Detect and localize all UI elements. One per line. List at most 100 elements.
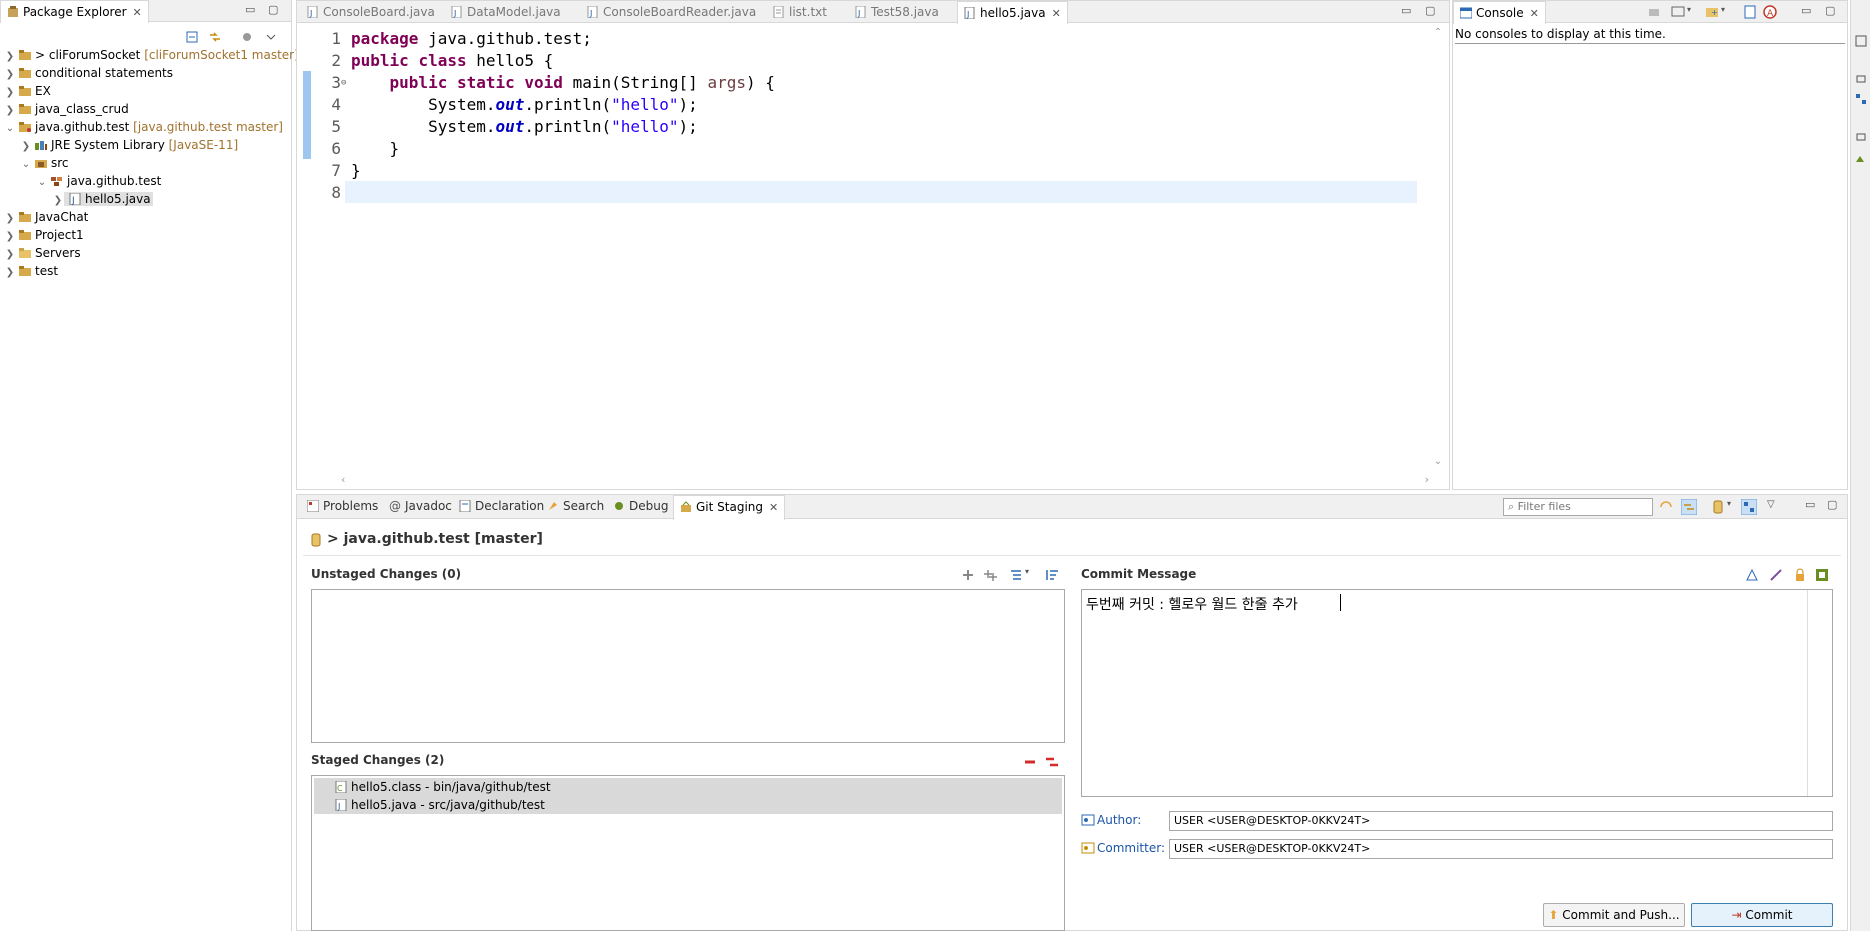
pin-console-icon[interactable] xyxy=(1647,5,1661,19)
presentation-icon[interactable] xyxy=(1009,568,1023,582)
chevron-right-icon[interactable]: › xyxy=(1425,473,1429,486)
view-menu-icon[interactable]: ▽ xyxy=(1767,499,1781,513)
chevron-down-icon[interactable]: ▾ xyxy=(1721,5,1735,19)
tree-item[interactable]: ❯ Servers xyxy=(4,244,81,262)
outline-icon[interactable] xyxy=(1854,34,1868,48)
list-item[interactable]: Chello5.class - bin/java/github/test xyxy=(314,778,1062,796)
tree-item[interactable]: ❯ JavaChat xyxy=(4,208,89,226)
maximize-icon[interactable]: ▢ xyxy=(1825,1,1835,23)
chevron-up-icon[interactable]: ⌃ xyxy=(1431,27,1445,38)
tab-list-txt[interactable]: list.txt xyxy=(767,1,833,23)
tab-search[interactable]: Search xyxy=(541,495,610,517)
layout-icon[interactable] xyxy=(1740,498,1758,516)
link-with-editor-icon[interactable] xyxy=(208,30,222,44)
tree-item[interactable]: ❯ > cliForumSocket [cliForumSocket1 maste… xyxy=(4,46,299,64)
amend-icon[interactable] xyxy=(1745,568,1759,582)
tab-problems[interactable]: Problems xyxy=(301,495,384,517)
close-icon[interactable]: ✕ xyxy=(769,501,778,514)
tab-javadoc[interactable]: @ Javadoc xyxy=(383,495,458,517)
collapse-all-icon[interactable] xyxy=(186,30,200,44)
commit-and-push-button[interactable]: ⬆ Commit and Push... xyxy=(1543,903,1685,927)
staged-changes-list[interactable]: Chello5.class - bin/java/github/test Jhe… xyxy=(311,775,1065,931)
tree-item[interactable]: ❯ java_class_crud xyxy=(4,100,129,118)
commit-button[interactable]: ⇥ Commit xyxy=(1691,903,1833,927)
right-trim-stack xyxy=(1850,0,1870,931)
commit-message-input[interactable]: 두번째 커밋 : 헬로우 월드 한줄 추가 xyxy=(1081,589,1833,797)
code-area[interactable]: 1 package java.github.test; 2 public class… xyxy=(307,24,1419,471)
maximize-icon[interactable]: ▢ xyxy=(1425,1,1435,23)
chevron-down-icon[interactable]: ▾ xyxy=(1687,5,1701,19)
tab-consoleboardreader-java[interactable]: J ConsoleBoardReader.java xyxy=(581,1,762,23)
stage-selected-icon[interactable] xyxy=(961,568,975,582)
sort-icon[interactable] xyxy=(1045,568,1059,582)
tree-item[interactable]: ⌄ src xyxy=(20,154,69,172)
chevron-down-icon[interactable]: ⌄ xyxy=(1431,456,1445,467)
chevron-down-icon[interactable]: ⌄ xyxy=(20,156,32,174)
committer-label[interactable]: Committer: xyxy=(1097,841,1165,855)
ant-icon[interactable]: A xyxy=(1763,5,1777,19)
minimize-icon[interactable]: ▭ xyxy=(1801,1,1811,23)
unstage-all-icon[interactable] xyxy=(1045,755,1059,769)
tree-item[interactable]: ⌄ java.github.test xyxy=(36,172,162,192)
tree-item-label: JavaChat xyxy=(35,210,89,224)
tab-console[interactable]: Console ✕ xyxy=(1453,1,1546,24)
vertical-scrollbar[interactable]: ⌃ ⌄ xyxy=(1431,27,1445,467)
hierarchy-icon[interactable] xyxy=(1854,92,1868,106)
horizontal-scrollbar[interactable]: ‹ › xyxy=(341,473,1429,487)
minimize-icon[interactable]: ▭ xyxy=(1805,495,1815,517)
author-field[interactable]: USER <USER@DESKTOP-0KKV24T> xyxy=(1169,811,1833,831)
repository-icon[interactable] xyxy=(1711,500,1725,514)
tree-item[interactable]: ❯ EX xyxy=(4,82,51,100)
tree-item-selected[interactable]: ❯ Jhello5.java xyxy=(52,190,153,208)
filter-files-input[interactable]: ⌕ Filter files xyxy=(1503,498,1653,516)
tree-item[interactable]: ❯ JRE System Library [JavaSE-11] xyxy=(20,136,238,154)
tab-datamodel-java[interactable]: J DataModel.java xyxy=(445,1,567,23)
task-icon[interactable] xyxy=(1854,152,1868,166)
chevron-down-icon[interactable]: ⌄ xyxy=(4,120,16,138)
minimize-icon[interactable]: ▭ xyxy=(1401,1,1411,23)
refresh-icon[interactable] xyxy=(1659,500,1673,514)
chevron-left-icon[interactable]: ‹ xyxy=(341,473,345,486)
close-icon[interactable]: ✕ xyxy=(1530,7,1539,20)
list-item[interactable]: Jhello5.java - src/java/github/test xyxy=(314,796,1062,814)
unstage-selected-icon[interactable] xyxy=(1023,755,1037,769)
tab-hello5-java[interactable]: Jhello5.java ✕ xyxy=(957,1,1068,24)
tab-debug[interactable]: Debug xyxy=(607,495,674,517)
tree-item[interactable]: ❯ test xyxy=(4,262,58,280)
vertical-scrollbar[interactable] xyxy=(1807,590,1832,796)
maximize-icon[interactable]: ▢ xyxy=(268,0,278,22)
sign-off-icon[interactable] xyxy=(1769,568,1783,582)
chevron-down-icon[interactable]: ▾ xyxy=(1025,567,1039,581)
chevron-down-icon[interactable]: ⌄ xyxy=(36,174,48,192)
tree-item[interactable]: ❯ Project1 xyxy=(4,226,84,244)
tree-item[interactable]: ⌄ java.github.test [java.github.test mast… xyxy=(4,118,283,136)
stage-all-icon[interactable] xyxy=(983,568,997,582)
committer-field[interactable]: USER <USER@DESKTOP-0KKV24T> xyxy=(1169,839,1833,859)
author-label[interactable]: Author: xyxy=(1097,813,1141,827)
display-console-icon[interactable] xyxy=(1671,5,1685,19)
tab-test58-java[interactable]: J Test58.java xyxy=(849,1,945,23)
remote-systems-icon[interactable] xyxy=(1743,5,1757,19)
minimize-icon[interactable]: ▭ xyxy=(245,0,255,22)
unstaged-changes-list[interactable] xyxy=(311,589,1065,743)
tab-package-explorer[interactable]: Package Explorer ✕ xyxy=(0,0,149,23)
filter-icon[interactable] xyxy=(240,30,254,44)
tab-git-staging[interactable]: Git Staging ✕ xyxy=(673,495,786,520)
link-selection-icon[interactable] xyxy=(1680,498,1698,516)
chevron-down-icon[interactable]: ▾ xyxy=(1727,499,1741,513)
lock-icon[interactable] xyxy=(1793,568,1807,582)
library-icon xyxy=(34,138,48,150)
restore-icon[interactable] xyxy=(1854,130,1868,144)
maximize-icon[interactable]: ▢ xyxy=(1827,495,1837,517)
chevron-right-icon[interactable]: ❯ xyxy=(4,264,16,282)
close-icon[interactable]: ✕ xyxy=(1052,7,1061,20)
view-menu-icon[interactable] xyxy=(264,30,278,44)
tab-declaration[interactable]: Declaration xyxy=(453,495,550,517)
fold-icon[interactable]: ⊖ xyxy=(341,72,346,94)
change-id-icon[interactable] xyxy=(1815,568,1829,582)
restore-icon[interactable] xyxy=(1854,72,1868,86)
open-console-icon[interactable]: + xyxy=(1705,5,1719,19)
close-icon[interactable]: ✕ xyxy=(133,6,142,19)
tab-consoleboard-java[interactable]: J ConsoleBoard.java xyxy=(301,1,441,23)
tree-item[interactable]: ❯ conditional statements xyxy=(4,64,173,82)
